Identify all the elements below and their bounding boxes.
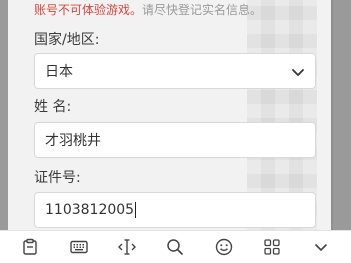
text-cursor-icon[interactable]	[111, 233, 143, 261]
collapse-chevron-icon[interactable]	[305, 233, 337, 261]
warning-text: 账号不可体验游戏。	[34, 3, 143, 17]
keyboard-icon[interactable]	[63, 233, 95, 261]
id-value: 1103812005	[45, 202, 135, 218]
clipboard-icon[interactable]	[14, 233, 46, 261]
id-label: 证件号:	[34, 170, 81, 186]
country-value: 日本	[45, 64, 73, 80]
emoji-icon[interactable]	[208, 233, 240, 261]
text-caret	[135, 202, 137, 218]
chevron-down-icon	[292, 69, 304, 76]
hint-text: 请尽快登记实名信息。	[142, 3, 263, 17]
keyboard-toolbar	[0, 230, 351, 263]
notice-text: 账号不可体验游戏。请尽快登记实名信息。	[34, 2, 262, 18]
country-select[interactable]: 日本	[34, 53, 316, 89]
name-input[interactable]: 才羽桃井	[34, 122, 316, 158]
apps-grid-icon[interactable]	[256, 233, 288, 261]
id-input[interactable]: 1103812005	[34, 192, 316, 228]
country-label: 国家/地区:	[34, 32, 100, 48]
name-label: 姓 名:	[34, 99, 72, 115]
name-value: 才羽桃井	[45, 133, 101, 149]
search-icon[interactable]	[159, 233, 191, 261]
